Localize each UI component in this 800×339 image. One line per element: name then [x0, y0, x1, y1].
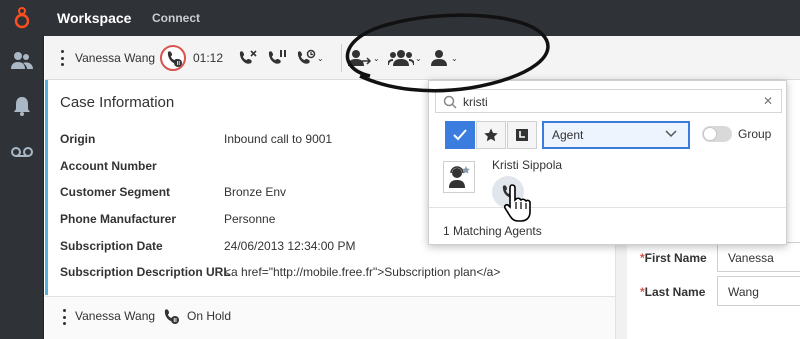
match-count: 1 Matching Agents [443, 224, 542, 238]
hold-call-icon[interactable] [267, 49, 287, 67]
agent-avatar [443, 161, 475, 193]
tab-connect[interactable]: Connect [152, 11, 200, 25]
case-row-value: 24/06/2013 12:34:00 PM [224, 239, 356, 253]
last-name-field[interactable]: Wang [717, 276, 800, 306]
recent-icon [516, 129, 528, 141]
popup-divider [429, 207, 786, 208]
search-icon [443, 95, 457, 109]
case-row-value: Bronze Env [224, 185, 287, 199]
search-query: kristi [463, 95, 488, 109]
bell-icon[interactable] [11, 95, 33, 117]
hand-cursor-icon [503, 184, 531, 222]
first-name-label: *First Name [640, 251, 707, 265]
interaction-menu-icon[interactable] [59, 309, 69, 325]
type-filter-select[interactable]: Agent [542, 121, 690, 149]
check-icon [453, 129, 467, 141]
caller-name: Vanessa Wang [75, 51, 156, 65]
last-name-label: *Last Name [640, 285, 706, 299]
on-hold-icon [163, 308, 179, 327]
agent-result-name: Kristi Sippola [492, 158, 563, 172]
case-row-label: Origin [60, 132, 96, 146]
call-state-icon [160, 45, 186, 71]
chevron-down-icon: ⌄ [317, 53, 324, 63]
filter-recent-button[interactable] [507, 121, 537, 149]
case-row-label: Phone Manufacturer [60, 212, 177, 226]
held-interaction-bar: Vanessa Wang On Hold [45, 296, 615, 339]
type-filter-value: Agent [552, 128, 584, 142]
case-title: Case Information [60, 94, 175, 111]
team-communicator-popup: kristi ✕ Agent Group Kristi Sippola 1 Ma… [428, 80, 787, 245]
case-row-label: Customer Segment [60, 185, 171, 199]
star-icon [484, 128, 498, 142]
annotation-oval [345, 13, 550, 93]
app-title: Workspace [57, 10, 132, 26]
filter-favorites-button[interactable] [476, 121, 506, 149]
sidebar [0, 36, 44, 339]
case-row-value: Personne [224, 212, 276, 226]
voicemail-icon[interactable] [11, 141, 33, 163]
call-timer: 01:12 [193, 51, 224, 65]
chevron-down-icon [665, 130, 677, 138]
case-row-label: Subscription Description URL [60, 265, 231, 279]
case-row-value: <a href="http://mobile.free.fr">Subscrip… [224, 265, 501, 279]
interaction-menu-icon[interactable] [57, 50, 67, 66]
filter-all-button[interactable] [445, 121, 475, 149]
held-caller-name: Vanessa Wang [75, 309, 156, 323]
genesys-logo [14, 7, 30, 29]
case-row-label: Subscription Date [60, 239, 163, 253]
agent-headset-icon [449, 166, 470, 188]
group-toggle[interactable] [702, 126, 732, 142]
contacts-icon[interactable] [11, 50, 33, 72]
hold-status: On Hold [187, 309, 232, 323]
toggle-knob [703, 127, 717, 141]
instant-transfer-icon[interactable]: ⌄ [296, 49, 324, 67]
clear-icon[interactable]: ✕ [763, 94, 773, 108]
group-toggle-label: Group [738, 127, 772, 141]
first-name-field[interactable]: Vanessa [717, 242, 800, 272]
end-call-icon[interactable] [238, 49, 258, 67]
case-row-value: Inbound call to 9001 [224, 132, 333, 146]
case-row-label: Account Number [60, 159, 157, 173]
